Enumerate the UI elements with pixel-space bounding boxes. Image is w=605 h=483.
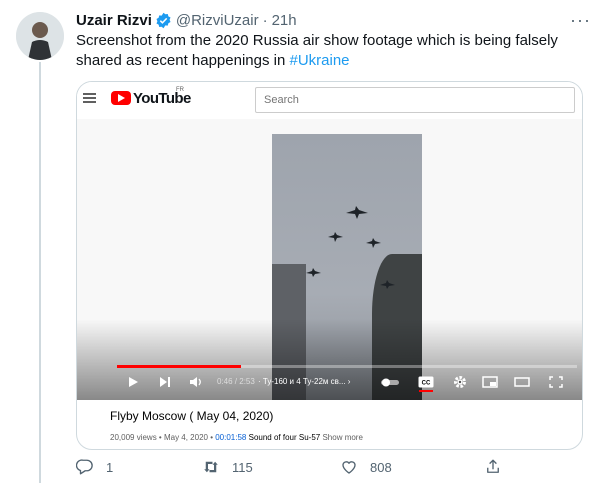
chapter-title[interactable]: · Ту-160 и 4 Ту-22м св... › — [258, 377, 350, 386]
more-options-icon[interactable]: ··· — [570, 11, 591, 29]
video-title: Flyby Moscow ( May 04, 2020) — [110, 409, 274, 423]
next-icon[interactable] — [157, 371, 173, 393]
share-button[interactable] — [484, 458, 502, 476]
plane-left — [328, 232, 343, 242]
plane-lead — [346, 206, 368, 219]
menu-icon[interactable] — [83, 93, 96, 103]
heart-icon — [342, 461, 356, 474]
tweet-header: Uzair Rizvi @RizviUzair · 21h ··· — [76, 10, 591, 30]
hashtag-link[interactable]: #Ukraine — [289, 52, 349, 69]
author-name[interactable]: Uzair Rizvi — [76, 12, 152, 29]
tweet-text: Screenshot from the 2020 Russia air show… — [76, 31, 586, 71]
tweet-timestamp[interactable]: 21h — [272, 12, 297, 29]
reply-button[interactable]: 1 — [76, 458, 113, 476]
retweet-count: 115 — [232, 459, 253, 475]
settings-gear-icon[interactable] — [451, 371, 469, 393]
captions-active-indicator — [419, 390, 433, 392]
chapter-text: · Ту-160 и 4 Ту-22м св... — [258, 377, 346, 386]
separator-dot: · — [262, 11, 268, 29]
like-count: 808 — [370, 459, 392, 475]
plane-far-left — [306, 268, 321, 277]
author-handle[interactable]: @RizviUzair — [176, 12, 259, 29]
progress-played — [117, 365, 242, 368]
play-icon[interactable] — [125, 371, 141, 393]
theater-mode-icon[interactable] — [513, 371, 531, 393]
chapter-arrow-icon: › — [347, 377, 351, 386]
like-button[interactable]: 808 — [340, 458, 392, 476]
autoplay-toggle[interactable] — [379, 371, 401, 393]
reply-icon — [76, 459, 93, 475]
media-card[interactable]: YouTube FR Search 0:46 / 2:53 · Ту-160 и… — [76, 81, 583, 450]
plane-far-right — [380, 280, 395, 289]
retweet-button[interactable]: 115 — [202, 458, 253, 476]
progress-bar[interactable] — [117, 365, 577, 368]
video-description: Sound of four Su-57 — [248, 433, 321, 442]
avatar-image — [16, 12, 64, 60]
upload-date: May 4, 2020 — [163, 433, 208, 442]
miniplayer-icon[interactable] — [481, 371, 499, 393]
fullscreen-icon[interactable] — [547, 371, 565, 393]
share-icon — [487, 459, 499, 473]
plane-right — [366, 238, 381, 248]
video-meta: 20,009 views • May 4, 2020 • 00:01:58 So… — [110, 433, 363, 442]
svg-text:CC: CC — [422, 381, 431, 387]
region-code: FR — [176, 87, 184, 93]
thread-line — [39, 62, 41, 483]
youtube-header: YouTube FR — [77, 82, 582, 118]
reply-count: 1 — [106, 459, 114, 475]
retweet-icon — [204, 461, 218, 473]
time-display: 0:46 / 2:53 — [217, 377, 255, 386]
view-count: 20,009 views — [110, 433, 157, 442]
search-input[interactable] — [255, 87, 575, 113]
player-controls: 0:46 / 2:53 · Ту-160 и 4 Ту-22м св... › … — [117, 371, 577, 393]
show-more-link[interactable]: Show more — [322, 433, 362, 442]
avatar[interactable] — [16, 12, 64, 60]
youtube-logo-icon[interactable] — [111, 91, 131, 105]
timestamp-link[interactable]: 00:01:58 — [215, 433, 246, 442]
verified-badge-icon — [156, 12, 171, 28]
tweet-actions: 1 115 808 — [76, 458, 586, 478]
video-player[interactable]: 0:46 / 2:53 · Ту-160 и 4 Ту-22м св... › … — [77, 119, 582, 400]
volume-icon[interactable] — [187, 371, 205, 393]
